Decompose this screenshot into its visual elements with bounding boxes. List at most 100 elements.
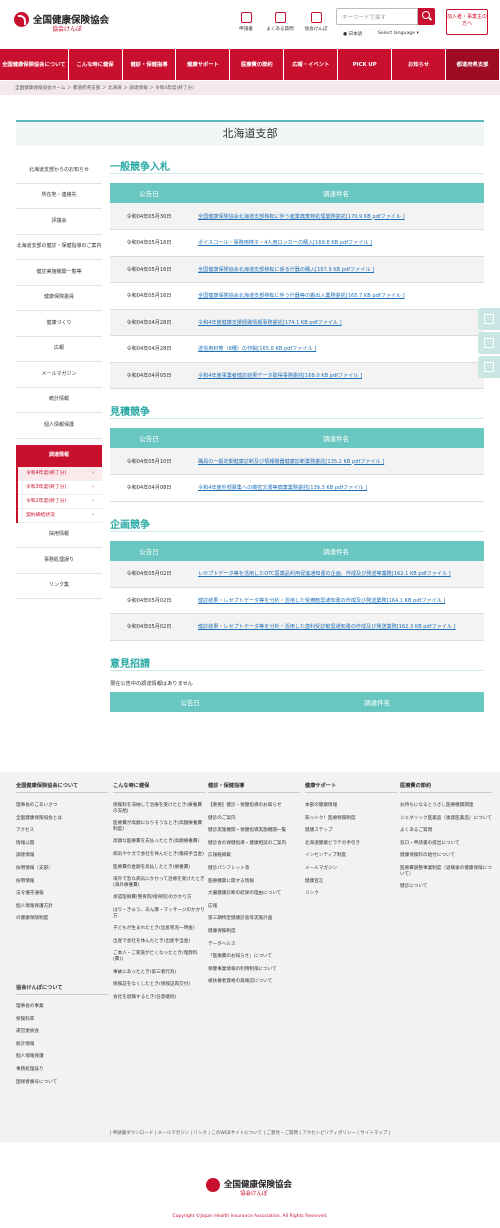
footer-link[interactable]: 子どもが生まれたとき(出産育児一時金) xyxy=(113,926,205,932)
footer-link[interactable]: 健康ステップ xyxy=(305,828,397,834)
float-button[interactable] xyxy=(478,356,500,378)
procurement-link[interactable]: 健診結果・レセプトデータ等を分析・活用した受療勧奨通知書の作成及び発送業務[16… xyxy=(198,598,445,604)
footer-link[interactable]: 健診パンフレット等 xyxy=(208,866,300,872)
nav-item-about[interactable]: 全国健康保険協会について xyxy=(0,49,69,80)
nav-item-health-support[interactable]: 健康サポート xyxy=(176,49,231,80)
footer-link[interactable]: 窓口・申請書の提出について xyxy=(400,841,492,847)
logo-icon[interactable] xyxy=(14,12,29,27)
nav-item-news[interactable]: お知らせ xyxy=(392,49,447,80)
footer-link[interactable]: お持ちになるとうさし医療機関関連 xyxy=(400,803,492,809)
search-icon[interactable] xyxy=(418,8,435,25)
sidebar-item[interactable]: メールマガジン xyxy=(16,362,102,388)
procurement-link[interactable]: 全国健康保険協会北海道支部移転に伴う什器等の搬出入業務委託[165.7 KB p… xyxy=(198,293,405,299)
breadcrumb[interactable]: 全国健康保険協会ホーム ＞ 都道府県支部 ＞ 北海道 ＞ 調達情報 ＞ 令和4年… xyxy=(0,81,500,95)
footer-link[interactable]: メールマガジン xyxy=(305,866,397,872)
footer-links[interactable]: | 申請書ダウンロード | メールマガジン | リンク | このWEBサイトにつ… xyxy=(0,1130,500,1136)
footer-link[interactable]: 事務処理誤り xyxy=(16,1067,108,1073)
footer-link[interactable]: 高額な医療費を支払ったとき(高額療養費) xyxy=(113,839,205,845)
nav-item-cost-saving[interactable]: 医療費の節約 xyxy=(230,49,285,80)
footer-link[interactable]: 健康保険制度 xyxy=(208,929,300,935)
sidebar-item[interactable]: 評議会 xyxy=(16,209,102,235)
sidebar-item[interactable]: 個人情報保護 xyxy=(16,413,102,439)
float-button[interactable] xyxy=(478,308,500,330)
sidebar-item[interactable]: 健診実施機関一覧等 xyxy=(16,260,102,286)
faq-link[interactable]: よくある質問 xyxy=(260,12,300,32)
footer-link[interactable]: リンク xyxy=(305,891,397,897)
footer-link[interactable]: 調達情報 xyxy=(16,853,108,859)
sidebar-item-procurement[interactable]: 調達情報 xyxy=(16,444,102,467)
sidebar-item[interactable]: 所在地・連絡先 xyxy=(16,184,102,209)
procurement-link[interactable]: 健診結果・レセプトデータ等を分析・活用した歯科受診勧奨通知書の作成及び発送業務[… xyxy=(198,624,456,630)
float-button[interactable] xyxy=(478,332,500,354)
sidebar-subitem[interactable]: 令和4年度(終了分) › xyxy=(18,466,102,481)
sidebar-item[interactable]: 統計情報 xyxy=(16,388,102,413)
footer-link[interactable]: はり・きゅう、あん摩・マッサージのかかり方 xyxy=(113,908,205,919)
footer-link[interactable]: 医療費の金額を高払したとき(療養費) xyxy=(113,865,205,871)
footer-link[interactable]: 広報紙掲載 xyxy=(208,853,300,859)
footer-link[interactable]: 健康保険料の給付について xyxy=(400,853,492,859)
nav-item-pickup[interactable]: PICK UP xyxy=(338,49,393,80)
lang-japanese[interactable]: ● 日本語 xyxy=(343,31,362,37)
footer-link[interactable]: 健診実施機関・保健指導実施機関一覧 xyxy=(208,828,300,834)
footer-link[interactable]: 個人情報保護方針 xyxy=(16,904,108,910)
sidebar-item[interactable]: 採用情報 xyxy=(16,523,102,548)
footer-link[interactable]: 大腸健康診断の結果の理由について xyxy=(208,891,300,897)
footer-link[interactable]: 統計情報 xyxy=(16,1042,108,1048)
footer-link[interactable]: 承認医療費(整骨院/接骨院)のかかり方 xyxy=(113,895,205,901)
footer-link[interactable]: 本部の健康情報 xyxy=(305,803,397,809)
sidebar-item[interactable]: 広報 xyxy=(16,337,102,362)
footer-link[interactable]: 採用情報 xyxy=(16,879,108,885)
footer-link[interactable]: 被扶養者資格の再確認について xyxy=(208,979,300,985)
footer-link[interactable]: アクセス xyxy=(16,828,108,834)
footer-link[interactable]: 理事長のごあいさつ xyxy=(16,803,108,809)
procurement-link[interactable]: 令和4年度健康支援経路情報事務委託[174.1 KB pdfファイル ] xyxy=(198,320,342,326)
procurement-link[interactable]: 令和4年度外部募集への機密文書等廃棄業務委託[139.3 KB pdfファイル … xyxy=(198,485,367,491)
footer-link[interactable]: 北海道健康ビラテの手引き xyxy=(305,841,397,847)
sidebar-item[interactable]: 北海道支部からのお知らせ xyxy=(16,158,102,184)
footer-link[interactable]: 健診について xyxy=(400,884,492,890)
kyokai-link[interactable]: 協会けんぽ xyxy=(296,12,336,32)
footer-link[interactable]: 健診のご案内 xyxy=(208,816,300,822)
sidebar-item[interactable]: リンク集 xyxy=(16,574,102,599)
footer-link[interactable]: 情報公開 xyxy=(16,841,108,847)
footer-link[interactable]: 【重要】健診・保健指導のお知らせ xyxy=(208,803,300,809)
sidebar-subitem[interactable]: 令和2年度(終了分) › xyxy=(18,494,102,509)
footer-link[interactable]: データヘルス xyxy=(208,942,300,948)
sidebar-subitem[interactable]: 令和3年度(終了分) › xyxy=(18,480,102,495)
sidebar-item[interactable]: 北海道支部の健診・保健指導のご案内 xyxy=(16,235,102,260)
procurement-link[interactable]: 送信用封筒（8種）の作製[165.6 KB pdfファイル ] xyxy=(198,346,316,352)
procurement-link[interactable]: ポイスコール・事務用椅子・4人用ロッカーの購入[169.8 KB pdfファイル… xyxy=(198,240,372,246)
procurement-link[interactable]: 全国健康保険協会北海道支部移転に係る什器の購入[167.9 KB pdfファイル… xyxy=(198,267,374,273)
footer-link[interactable]: 第三期特定健康診査等実施計画 xyxy=(208,916,300,922)
footer-link[interactable]: 保険証をなくしたとき(保険証再交付) xyxy=(113,982,205,988)
procurement-link[interactable]: 職員の一般定期健康診断及び情報機器健康診断業務委託[135.2 KB pdfファ… xyxy=(198,459,384,465)
procurement-link[interactable]: 令和4年度事業者健診結果データ取得事務委託[168.0 KB pdfファイル ] xyxy=(198,373,362,379)
sidebar-item[interactable]: 事務処理誤り xyxy=(16,548,102,574)
footer-link[interactable]: 海外で急な病気にかかって治療を受けたとき(海外療養費) xyxy=(113,877,205,888)
footer-link[interactable]: 医療機関に関する情報 xyxy=(208,879,300,885)
nav-item-checkups[interactable]: 健診・保健指導 xyxy=(123,49,177,80)
sidebar-subitem[interactable]: 契約締結状況 › xyxy=(18,508,102,523)
footer-link[interactable]: 医療費調整事業制度（退職後の健康保険について） xyxy=(400,866,492,877)
footer-link[interactable]: よくあるご質問 xyxy=(400,828,492,834)
footer-link[interactable]: 「医療費のお知らせ」について xyxy=(208,954,300,960)
footer-link[interactable]: ジェネリック医薬品（後発医薬品）について xyxy=(400,816,492,822)
footer-link[interactable]: 個人情報保護 xyxy=(16,1054,108,1060)
procurement-link[interactable]: レセプトデータ等を活用したOTC医薬品利用促進通知書の企画、作成及び発送等業務[… xyxy=(198,571,451,577)
footer-link[interactable]: 保健事業情報の利用制限について xyxy=(208,967,300,973)
sidebar-item[interactable]: 健康づくり xyxy=(16,311,102,337)
nav-item-branches[interactable]: 都道府県支部 xyxy=(446,49,500,80)
nav-item-situations[interactable]: こんな時に健保 xyxy=(69,49,123,80)
footer-link[interactable]: 健診会の保健指導・健康相談のご案内 xyxy=(208,841,300,847)
footer-link[interactable]: 病気やケガで会社を休んだとき(傷病手当金) xyxy=(113,852,205,858)
footer-link[interactable]: 出産で会社を休んだとき(出産手当金) xyxy=(113,939,205,945)
footer-link[interactable]: 保険料を滞納して治療を受けたとき(療養費の支給) xyxy=(113,803,205,814)
footer-link[interactable]: 知っトク！医療保険制度 xyxy=(305,816,397,822)
footer-logo-icon[interactable] xyxy=(206,1178,220,1192)
footer-link[interactable]: 事故にあったとき(第三者行為) xyxy=(113,970,205,976)
footer-link[interactable]: 医療費が高額になりそうなとき(高額療養費制度) xyxy=(113,821,205,832)
footer-link[interactable]: 広報 xyxy=(208,904,300,910)
footer-link[interactable]: 会社を退職するとき(任意継続) xyxy=(113,995,205,1001)
footer-link[interactable]: 国保者番号について xyxy=(16,1080,108,1086)
procurement-link[interactable]: 全国健康保険協会北海道支部移転に伴う産業廃棄物処理業務委託[170.9 KB p… xyxy=(198,214,405,220)
